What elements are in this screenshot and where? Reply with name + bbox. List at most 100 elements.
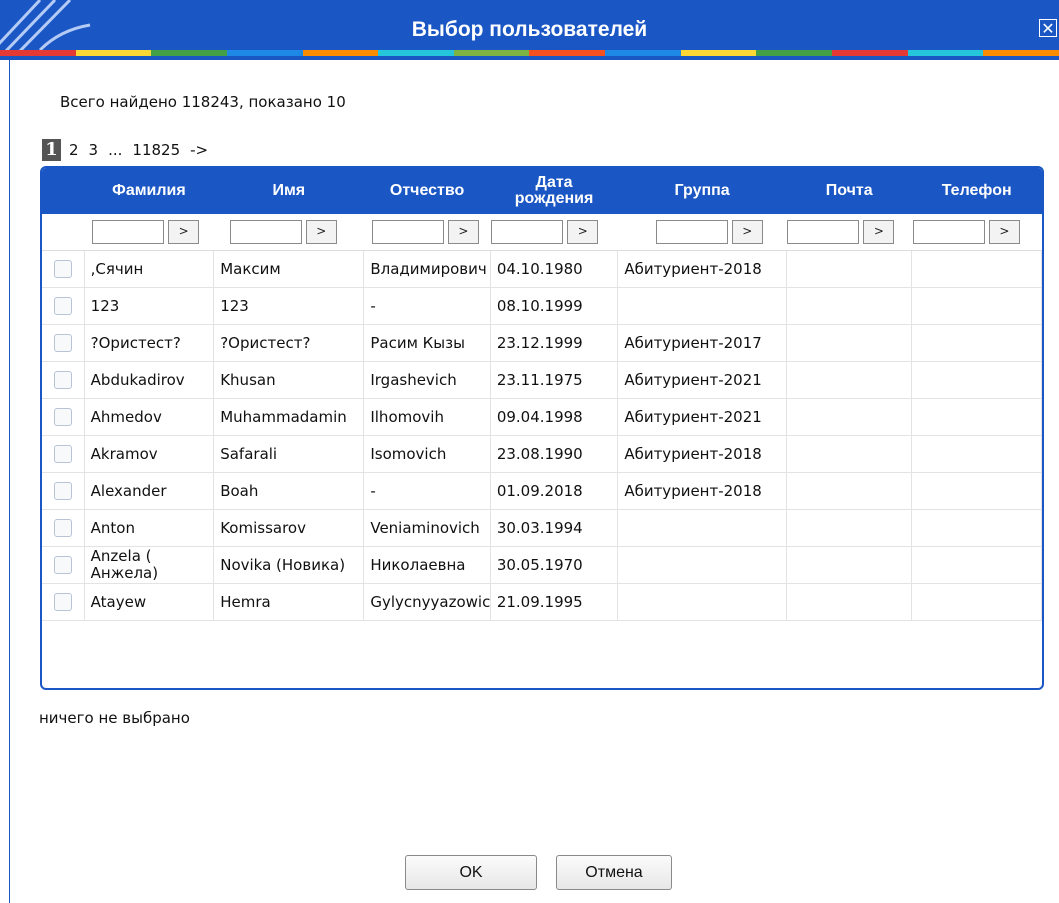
- table-row[interactable]: Atayew Hemra Gylycnyyazowic 21.09.1995: [42, 583, 1042, 621]
- cell-firstname: Khusan: [213, 361, 365, 399]
- row-checkbox[interactable]: [53, 334, 72, 352]
- cell-email: [786, 324, 913, 362]
- filter-phone-input[interactable]: [912, 220, 985, 244]
- cell-firstname: Komissarov: [213, 509, 365, 547]
- table-row[interactable]: Abdukadirov Khusan Irgashevich 23.11.1975 Аб…: [42, 361, 1042, 399]
- filter-group-input[interactable]: [655, 220, 728, 244]
- header-phone[interactable]: Телефон: [911, 168, 1042, 214]
- cell-email: [786, 398, 913, 436]
- ok-button[interactable]: OK: [405, 855, 537, 890]
- filter-email-button[interactable]: >: [863, 220, 895, 244]
- cell-patronymic: Gylycnyyazowic: [363, 583, 491, 621]
- row-checkbox[interactable]: [53, 519, 72, 537]
- cell-group: Абитуриент-2018: [617, 250, 787, 288]
- table-row[interactable]: Alexander Boah -01.09.2018 Абитуриент-2018: [42, 472, 1042, 510]
- header-group[interactable]: Группа: [617, 168, 787, 214]
- cell-firstname: Максим: [213, 250, 365, 288]
- header-email[interactable]: Почта: [786, 168, 912, 214]
- cell-patronymic: Расим Кызы: [363, 324, 491, 362]
- dialog-title-bar: Выбор пользователей ✕: [0, 0, 1059, 60]
- row-select-cell: [42, 361, 85, 399]
- filter-firstname-input[interactable]: [229, 220, 302, 244]
- row-checkbox[interactable]: [53, 260, 72, 278]
- table-row[interactable]: ?Ористест? ?Ористест? Расим Кызы 23.12.1999…: [42, 324, 1042, 362]
- cell-group: Абитуриент-2021: [617, 398, 787, 436]
- page-link-2[interactable]: 2: [69, 141, 79, 159]
- cell-firstname: Boah: [213, 472, 365, 510]
- filter-firstname: >: [213, 214, 364, 251]
- cell-email: [786, 435, 913, 473]
- row-checkbox[interactable]: [53, 482, 72, 500]
- stripe-segment: [75, 50, 152, 56]
- table-row[interactable]: Ahmedov Muhammadamin Ilhomovih 09.04.1998 Аб…: [42, 398, 1042, 436]
- row-checkbox[interactable]: [53, 593, 72, 611]
- cell-firstname: 123: [213, 287, 365, 325]
- close-icon[interactable]: ✕: [1039, 19, 1057, 37]
- page-link-3[interactable]: 3: [89, 141, 99, 159]
- row-checkbox[interactable]: [53, 297, 72, 315]
- cell-patronymic: Isomovich: [363, 435, 491, 473]
- cell-phone: [911, 509, 1042, 547]
- cell-phone: [911, 250, 1042, 288]
- cell-patronymic: Ilhomovih: [363, 398, 491, 436]
- cell-birthdate: 23.11.1975: [490, 361, 619, 399]
- cell-group: Абитуриент-2018: [617, 435, 787, 473]
- cell-firstname: Muhammadamin: [213, 398, 365, 436]
- row-select-cell: [42, 435, 85, 473]
- row-checkbox[interactable]: [53, 408, 72, 426]
- filter-birthdate-input[interactable]: [491, 220, 564, 244]
- stripe-segment: [453, 50, 530, 56]
- header-birthdate[interactable]: Дата рождения: [490, 168, 618, 214]
- filter-lastname-button[interactable]: >: [168, 220, 200, 244]
- cell-lastname: Abdukadirov: [84, 361, 215, 399]
- page-current: 1: [42, 139, 61, 161]
- header-birthdate-label: Дата рождения: [514, 174, 594, 207]
- stripe-segment: [907, 50, 984, 56]
- filter-patronymic: >: [363, 214, 491, 251]
- filter-phone: >: [911, 214, 1042, 251]
- filter-phone-button[interactable]: >: [988, 220, 1020, 244]
- row-checkbox[interactable]: [53, 445, 72, 463]
- header-lastname[interactable]: Фамилия: [84, 168, 214, 214]
- filter-firstname-button[interactable]: >: [305, 220, 337, 244]
- filter-lastname-input[interactable]: [92, 220, 165, 244]
- grid-header-row: Фамилия Имя Отчество Дата рождения Групп…: [42, 168, 1042, 214]
- table-row[interactable]: 123 123-08.10.1999: [42, 287, 1042, 325]
- filter-patronymic-input[interactable]: [371, 220, 444, 244]
- cell-birthdate: 23.08.1990: [490, 435, 619, 473]
- header-patronymic[interactable]: Отчество: [363, 168, 491, 214]
- row-checkbox[interactable]: [53, 371, 72, 389]
- cell-lastname: ,Сячин: [84, 250, 215, 288]
- table-row[interactable]: Akramov Safarali Isomovich 23.08.1990 Абитур…: [42, 435, 1042, 473]
- cell-patronymic: Владимирович: [363, 250, 491, 288]
- filter-patronymic-button[interactable]: >: [447, 220, 479, 244]
- table-row[interactable]: Anzela ( Анжела) Novika (Новика) Николаевн…: [42, 546, 1042, 584]
- filter-email-input[interactable]: [787, 220, 860, 244]
- cell-lastname: Anton: [84, 509, 215, 547]
- cell-email: [786, 583, 913, 621]
- cell-group: [617, 509, 787, 547]
- row-checkbox[interactable]: [53, 556, 72, 574]
- cell-phone: [911, 324, 1042, 362]
- cell-patronymic: -: [363, 287, 491, 325]
- page-next-link[interactable]: ->: [190, 141, 208, 159]
- row-select-cell: [42, 509, 85, 547]
- header-firstname[interactable]: Имя: [213, 168, 364, 214]
- cell-email: [786, 472, 913, 510]
- cancel-button[interactable]: Отмена: [556, 855, 672, 890]
- cell-firstname: Safarali: [213, 435, 365, 473]
- results-summary: Всего найдено 118243, показано 10: [60, 93, 346, 111]
- cell-group: Абитуриент-2018: [617, 472, 787, 510]
- page-link-last[interactable]: 11825: [132, 141, 180, 159]
- cell-group: Абитуриент-2017: [617, 324, 787, 362]
- table-row[interactable]: Anton Komissarov Veniaminovich 30.03.1994: [42, 509, 1042, 547]
- users-grid: Фамилия Имя Отчество Дата рождения Групп…: [40, 166, 1044, 690]
- cell-phone: [911, 472, 1042, 510]
- cell-group: [617, 546, 787, 584]
- cell-lastname: 123: [84, 287, 215, 325]
- table-row[interactable]: ,Сячин Максим Владимирович 04.10.1980 Абитур…: [42, 250, 1042, 288]
- row-select-cell: [42, 324, 85, 362]
- filter-group-button[interactable]: >: [731, 220, 763, 244]
- filter-birthdate-button[interactable]: >: [567, 220, 599, 244]
- stripe-segment: [680, 50, 757, 56]
